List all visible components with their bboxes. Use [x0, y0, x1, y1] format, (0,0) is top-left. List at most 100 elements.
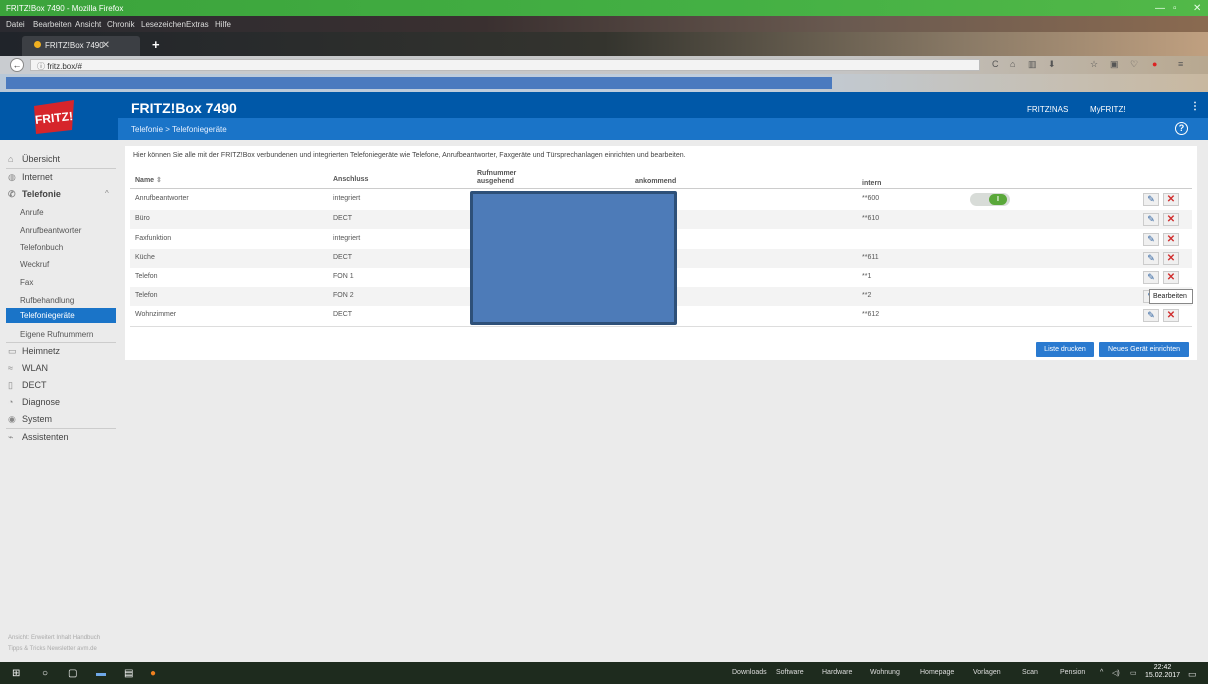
print-list-button[interactable]: Liste drucken	[1036, 342, 1094, 357]
sidebar-item-uebersicht[interactable]: ⌂ Übersicht	[8, 154, 60, 164]
delete-x-icon[interactable]: ✕	[1163, 193, 1179, 206]
sidebar-footer-links[interactable]: Ansicht: Erweitert Inhalt Handbuch	[8, 635, 100, 641]
download-icon[interactable]: ⬇	[1048, 59, 1056, 70]
menu-ansicht[interactable]: Ansicht	[75, 20, 101, 29]
network-tray-icon[interactable]: ▭	[1130, 669, 1137, 677]
column-header-ausgehend[interactable]: ausgehend	[477, 178, 514, 185]
device-anschluss: FON 2	[333, 292, 354, 299]
toolbar-software[interactable]: Software	[776, 669, 804, 676]
sidebar-item-wlan[interactable]: ≈ WLAN	[8, 363, 48, 373]
edit-pencil-icon[interactable]: ✎	[1143, 252, 1159, 265]
back-icon[interactable]: ←	[10, 58, 24, 72]
library-icon[interactable]: ▥	[1028, 59, 1037, 70]
menu-lesezeichen[interactable]: Lesezeichen	[141, 20, 186, 29]
task-view-icon[interactable]: ▢	[68, 668, 77, 679]
notification-icon[interactable]: ▭	[1188, 669, 1197, 680]
divider	[6, 428, 116, 429]
sidebar-item-assistenten[interactable]: ⌁ Assistenten	[8, 432, 69, 443]
sidebar-footer-links-2[interactable]: Tipps & Tricks Newsletter avm.de	[8, 646, 97, 652]
sidebar-sub-rufbehandlung[interactable]: Rufbehandlung	[20, 296, 74, 305]
myfritz-link[interactable]: MyFRITZ!	[1090, 105, 1126, 114]
toolbar-scan[interactable]: Scan	[1022, 669, 1038, 676]
sidebar-sub-telefoniegeraete[interactable]: Telefoniegeräte	[6, 308, 116, 323]
sidebar-item-system[interactable]: ◉ System	[8, 414, 52, 425]
column-header-ankommend[interactable]: ankommend	[635, 178, 676, 185]
home-icon: ⌂	[8, 154, 14, 164]
sidebar-sub-anrufbeantworter[interactable]: Anrufbeantworter	[20, 226, 81, 235]
url-bar[interactable]: ⓘ fritz.box/#	[30, 59, 980, 71]
sidebar-sub-telefonbuch[interactable]: Telefonbuch	[20, 243, 63, 252]
delete-x-icon[interactable]: ✕	[1163, 309, 1179, 322]
menu-bearbeiten[interactable]: Bearbeiten	[33, 20, 72, 29]
firefox-icon[interactable]: ●	[150, 668, 156, 679]
menu-chronik[interactable]: Chronik	[107, 20, 135, 29]
search-icon[interactable]: ○	[42, 668, 48, 679]
divider	[6, 342, 116, 343]
home-icon[interactable]: ⌂	[1010, 59, 1015, 69]
menu-datei[interactable]: Datei	[6, 20, 25, 29]
delete-x-icon[interactable]: ✕	[1163, 252, 1179, 265]
edit-pencil-icon[interactable]: ✎	[1143, 213, 1159, 226]
info-icon[interactable]: ⓘ	[37, 62, 47, 71]
delete-x-icon[interactable]: ✕	[1163, 271, 1179, 284]
toolbar-hardware[interactable]: Hardware	[822, 669, 852, 676]
more-menu-icon[interactable]: ⋮	[1190, 101, 1200, 112]
sidebar-sub-anrufe[interactable]: Anrufe	[20, 208, 44, 217]
toolbar-vorlagen[interactable]: Vorlagen	[973, 669, 1001, 676]
toolbar-pension[interactable]: Pension	[1060, 669, 1085, 676]
window-title: FRITZ!Box 7490 - Mozilla Firefox	[6, 4, 124, 13]
device-anschluss: FON 1	[333, 273, 354, 280]
toolbar-homepage[interactable]: Homepage	[920, 669, 954, 676]
new-tab-icon[interactable]: +	[152, 37, 160, 52]
menu-extras[interactable]: Extras	[186, 20, 209, 29]
sidebar-item-dect[interactable]: ▯ DECT	[8, 380, 47, 391]
delete-x-icon[interactable]: ✕	[1163, 233, 1179, 246]
store-icon[interactable]: ▤	[124, 668, 133, 679]
device-anschluss: integriert	[333, 235, 361, 242]
help-icon[interactable]: ?	[1175, 122, 1188, 135]
edit-pencil-icon[interactable]: ✎	[1143, 309, 1159, 322]
column-header-name[interactable]: Name ⇕	[135, 176, 162, 184]
sidebar-item-internet[interactable]: ◍ Internet	[8, 172, 53, 183]
reload-icon[interactable]: C	[992, 59, 999, 69]
toolbar-wohnung[interactable]: Wohnung	[870, 669, 900, 676]
fritznas-link[interactable]: FRITZ!NAS	[1027, 105, 1068, 114]
sidebar-sub-fax[interactable]: Fax	[20, 278, 33, 287]
adblock-icon[interactable]: ●	[1152, 59, 1157, 69]
edit-pencil-icon[interactable]: ✎	[1143, 233, 1159, 246]
browser-tab[interactable]: FRITZ!Box 7490 ✕	[22, 36, 140, 56]
breadcrumb[interactable]: Telefonie > Telefoniegeräte	[131, 125, 227, 134]
delete-x-icon[interactable]: ✕	[1163, 213, 1179, 226]
sidebar-item-diagnose[interactable]: ◔ Diagnose	[8, 397, 60, 407]
maximize-icon[interactable]: ▫	[1173, 3, 1177, 14]
explorer-icon[interactable]: ▬	[96, 668, 106, 679]
new-device-button[interactable]: Neues Gerät einrichten	[1099, 342, 1189, 357]
edit-pencil-icon[interactable]: ✎	[1143, 271, 1159, 284]
edit-pencil-icon[interactable]: ✎	[1143, 193, 1159, 206]
clock[interactable]: 22:42 15.02.2017	[1145, 664, 1180, 680]
column-header-anschluss[interactable]: Anschluss	[333, 176, 368, 183]
close-icon[interactable]: ✕	[1193, 3, 1201, 14]
sidebar-item-label: Heimnetz	[22, 346, 61, 356]
sidebar-sub-eigene-rufnummern[interactable]: Eigene Rufnummern	[20, 330, 93, 339]
sidebar-item-heimnetz[interactable]: ▭ Heimnetz	[8, 346, 60, 357]
chevron-up-icon[interactable]: ^	[105, 189, 109, 198]
device-intern: **600	[862, 195, 880, 202]
hamburger-menu-icon[interactable]: ≡	[1178, 59, 1183, 69]
menu-hilfe[interactable]: Hilfe	[215, 20, 231, 29]
column-header-intern[interactable]: intern	[862, 180, 881, 187]
windows-start-icon[interactable]: ⊞	[12, 668, 20, 679]
volume-icon[interactable]: ◁)	[1112, 669, 1120, 677]
tab-close-icon[interactable]: ✕	[102, 40, 110, 51]
fritz-logo[interactable]: FRITZ!	[30, 96, 78, 136]
tray-chevron-icon[interactable]: ^	[1100, 669, 1103, 676]
answering-machine-toggle[interactable]: I	[970, 193, 1010, 206]
intro-text: Hier können Sie alle mit der FRITZ!Box v…	[133, 152, 686, 159]
sidebar-sub-weckruf[interactable]: Weckruf	[20, 260, 49, 269]
shield-icon[interactable]: ♡	[1130, 59, 1138, 70]
minimize-icon[interactable]: —	[1155, 3, 1165, 14]
pocket-icon[interactable]: ▣	[1110, 59, 1119, 70]
sidebar-item-telefonie[interactable]: ✆ Telefonie	[8, 189, 61, 200]
bookmark-star-icon[interactable]: ☆	[1090, 59, 1098, 70]
toolbar-downloads[interactable]: Downloads	[732, 669, 767, 676]
